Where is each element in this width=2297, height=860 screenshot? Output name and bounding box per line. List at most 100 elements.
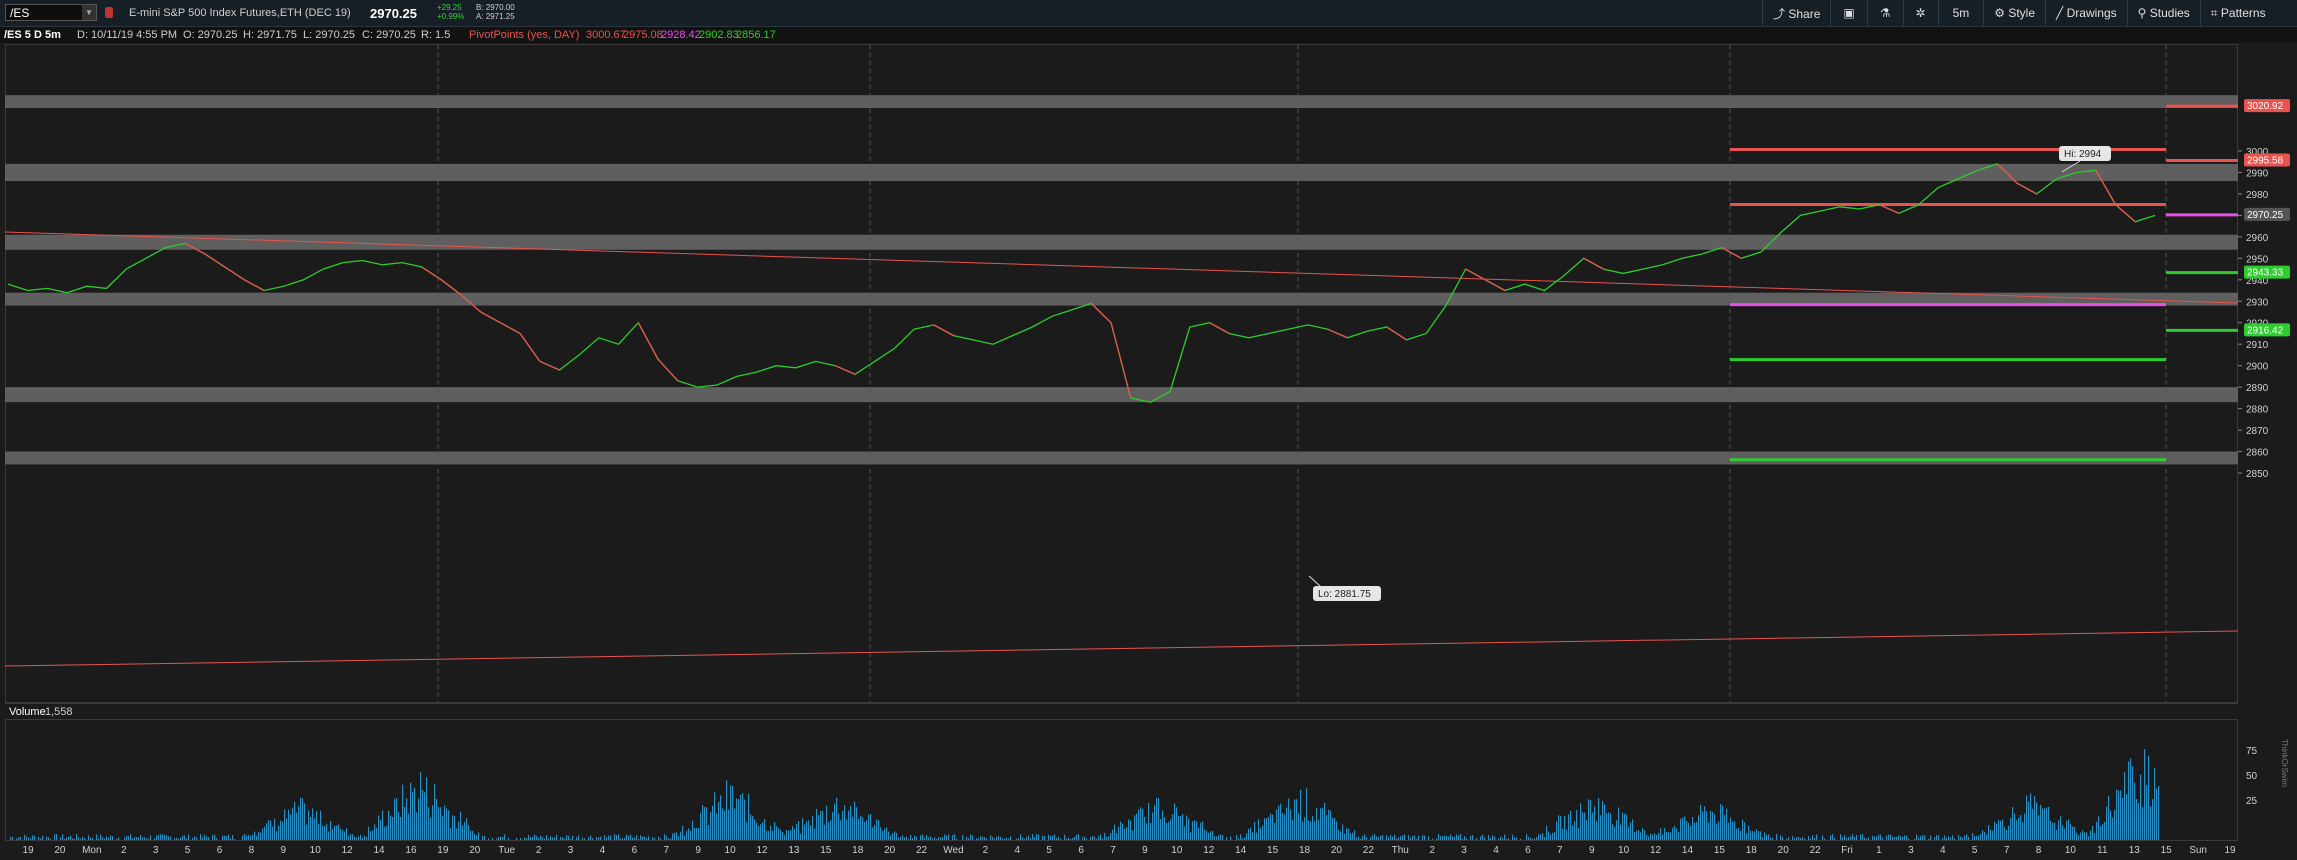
x-tick-label: 11 (2097, 845, 2108, 856)
volume-bar (1974, 836, 1976, 840)
volume-bar (1804, 838, 1806, 840)
volume-bar (998, 835, 1000, 840)
volume-bar (1288, 798, 1290, 840)
volume-bar (2014, 813, 2016, 840)
volume-bar (388, 810, 390, 840)
volume-bar (1322, 807, 1324, 840)
price-decline-segment (500, 322, 521, 335)
volume-bar (1116, 833, 1118, 840)
price-decline-segment (2115, 204, 2136, 223)
trendline-lower (4, 630, 2239, 667)
volume-bar (280, 820, 282, 840)
volume-bar (1472, 835, 1474, 840)
volume-bar (228, 834, 230, 840)
volume-bar (1504, 834, 1506, 840)
volume-bar (572, 835, 574, 840)
volume-bar (1016, 838, 1018, 840)
volume-bar (1920, 836, 1922, 840)
y-tick-label: 2880 (2246, 405, 2269, 416)
volume-bar (1648, 836, 1650, 840)
volume-bar (1438, 834, 1440, 840)
volume-bar (2132, 766, 2134, 840)
volume-bar (622, 838, 624, 840)
volume-bar (936, 838, 938, 840)
volume-bar (1506, 838, 1508, 840)
volume-bar (812, 815, 814, 840)
volume-bar (176, 837, 178, 840)
volume-bar (1176, 807, 1178, 840)
volume-bar (906, 836, 908, 840)
volume-bar (944, 834, 946, 840)
volume-bar (706, 807, 708, 840)
volume-bar (1908, 838, 1910, 840)
volume-bar (1152, 812, 1154, 840)
volume-bar (1316, 807, 1318, 840)
volume-bar (1004, 838, 1006, 840)
volume-bar (232, 835, 234, 840)
volume-bar (1020, 834, 1022, 840)
volume-bar (1832, 834, 1834, 840)
volume-bar (124, 837, 126, 840)
volume-bar (1444, 835, 1446, 840)
volume-bar (1480, 836, 1482, 840)
volume-bar (930, 836, 932, 840)
x-tick-label: 22 (916, 845, 928, 856)
volume-bar (1418, 835, 1420, 840)
volume-bar (560, 837, 562, 840)
volume-bar (2126, 794, 2128, 840)
volume-bar (1110, 832, 1112, 840)
volume-bar (2128, 761, 2130, 840)
volume-bar (1738, 827, 1740, 840)
volume-bar (932, 838, 934, 840)
volume-bar (488, 838, 490, 840)
volume-bar (1678, 831, 1680, 840)
volume-bar (1068, 837, 1070, 840)
volume-bar (2000, 820, 2002, 840)
volume-bar (1136, 813, 1138, 840)
volume-bar (1734, 821, 1736, 840)
volume-bar (1106, 836, 1108, 840)
volume-bar (328, 831, 330, 840)
x-tick-label: 7 (663, 845, 669, 856)
volume-bar (2006, 829, 2008, 840)
volume-bar (908, 838, 910, 840)
volume-bar (1066, 838, 1068, 840)
volume-bar (1668, 831, 1670, 840)
volume-bar (538, 837, 540, 840)
volume-bar (1642, 828, 1644, 840)
volume-bar (450, 828, 452, 840)
volume-bar (1934, 837, 1936, 840)
volume-bar (1092, 836, 1094, 840)
y-tick-label: 2990 (2246, 168, 2269, 179)
volume-bar (546, 835, 548, 840)
volume-bar (922, 834, 924, 840)
volume-bar (2116, 789, 2118, 840)
volume-bar (894, 831, 896, 840)
volume-bar (814, 828, 816, 840)
x-tick-label: 12 (756, 845, 768, 856)
volume-bar (2154, 767, 2156, 840)
volume-bar (2028, 801, 2030, 840)
volume-bar (1976, 835, 1978, 840)
volume-bar (956, 838, 958, 840)
volume-bar (1298, 813, 1300, 840)
volume-bar (1148, 803, 1150, 840)
volume-bar (56, 834, 58, 840)
volume-bar (464, 822, 466, 840)
volume-bar (1084, 836, 1086, 840)
volume-bar (2114, 809, 2116, 840)
volume-bar (648, 836, 650, 840)
volume-bar (366, 836, 368, 840)
volume-bar (1842, 837, 1844, 840)
volume-bar (1732, 821, 1734, 840)
volume-bar (1242, 838, 1244, 840)
volume-bar (1330, 810, 1332, 840)
volume-bar (532, 836, 534, 840)
volume-bar (1670, 832, 1672, 840)
volume-bar (2080, 832, 2082, 840)
volume-bar (504, 834, 506, 840)
volume-bar (1862, 834, 1864, 840)
x-tick-label: 8 (2036, 845, 2042, 856)
volume-bar (74, 838, 76, 840)
volume-bar (1488, 835, 1490, 840)
